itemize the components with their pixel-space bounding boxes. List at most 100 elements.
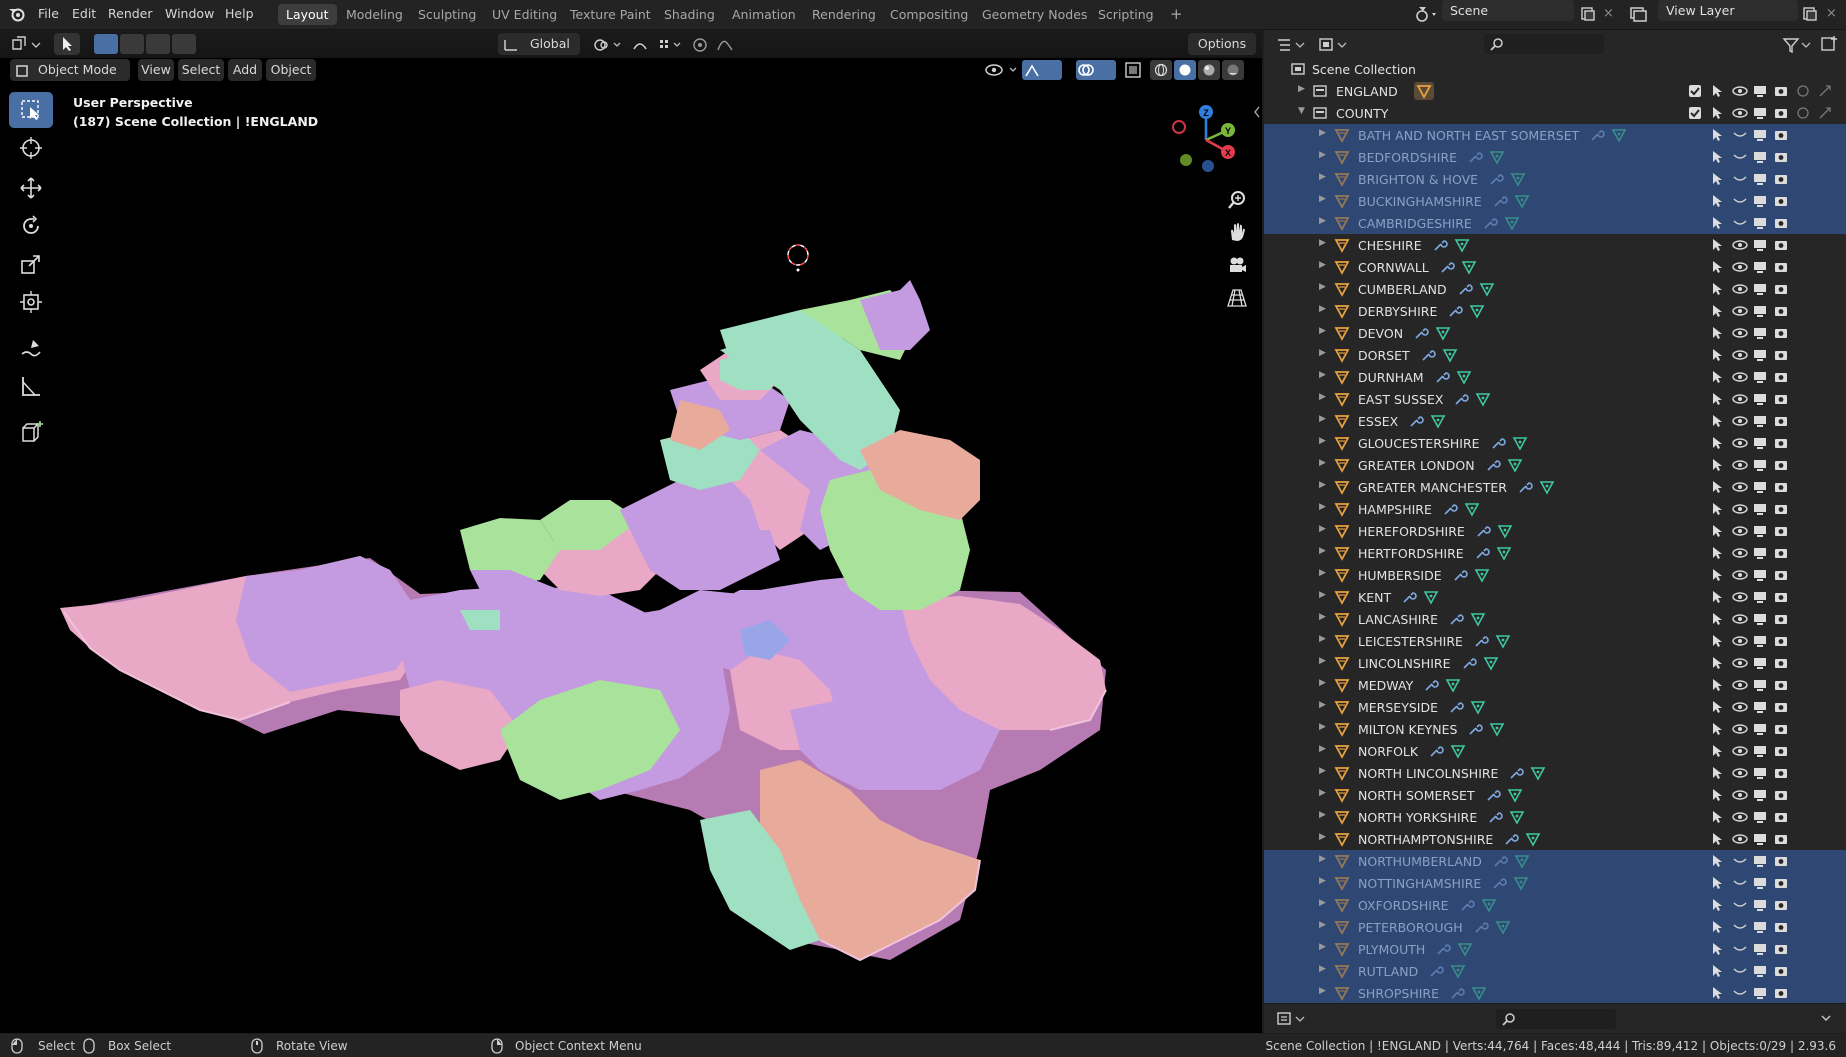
- render-camera-icon[interactable]: [1774, 84, 1788, 98]
- mesh-data-icon[interactable]: [1525, 831, 1541, 847]
- expand-arrow-icon[interactable]: ▶: [1319, 568, 1326, 578]
- county-row[interactable]: ▶ OXFORDSHIRE: [1264, 894, 1846, 916]
- expand-arrow-icon[interactable]: ▶: [1319, 942, 1326, 952]
- render-camera-icon[interactable]: [1774, 414, 1788, 428]
- county-row[interactable]: ▶ NORTH LINCOLNSHIRE: [1264, 762, 1846, 784]
- selectable-arrow-icon[interactable]: [1710, 942, 1724, 956]
- render-camera-icon[interactable]: [1774, 700, 1788, 714]
- viewport-disable-icon[interactable]: [1753, 964, 1767, 978]
- expand-arrow-icon[interactable]: ▶: [1319, 436, 1326, 446]
- render-camera-icon[interactable]: [1774, 348, 1788, 362]
- selectable-arrow-icon[interactable]: [1710, 832, 1724, 846]
- exclude-checkbox-icon[interactable]: [1688, 84, 1702, 98]
- mesh-data-icon[interactable]: [1469, 303, 1485, 319]
- selectable-arrow-icon[interactable]: [1710, 568, 1724, 582]
- viewport-disable-icon[interactable]: [1753, 788, 1767, 802]
- expand-arrow-icon[interactable]: ▶: [1319, 458, 1326, 468]
- eye-open-icon[interactable]: [1732, 679, 1748, 691]
- eye-open-icon[interactable]: [1732, 745, 1748, 757]
- selectable-arrow-icon[interactable]: [1710, 766, 1724, 780]
- render-camera-icon[interactable]: [1774, 128, 1788, 142]
- viewport-disable-icon[interactable]: [1753, 480, 1767, 494]
- county-row[interactable]: ▶ PETERBOROUGH: [1264, 916, 1846, 938]
- wrench-modifier-icon[interactable]: [1467, 721, 1484, 737]
- wrench-modifier-icon[interactable]: [1508, 765, 1525, 781]
- viewport-disable-icon[interactable]: [1753, 458, 1767, 472]
- county-map-render[interactable]: [0, 30, 1262, 1033]
- wrench-modifier-icon[interactable]: [1487, 809, 1504, 825]
- render-camera-icon[interactable]: [1774, 216, 1788, 230]
- tab-compositing[interactable]: Compositing: [882, 4, 976, 25]
- selectable-arrow-icon[interactable]: [1710, 370, 1724, 384]
- wrench-modifier-icon[interactable]: [1474, 545, 1490, 561]
- wrench-modifier-icon[interactable]: [1428, 963, 1445, 979]
- tab-sculpting[interactable]: Sculpting: [410, 4, 484, 25]
- county-row[interactable]: ▶ HAMPSHIRE: [1264, 498, 1846, 520]
- viewport-disable-icon[interactable]: [1753, 986, 1767, 1000]
- mesh-data-icon[interactable]: [1464, 501, 1480, 517]
- selectable-arrow-icon[interactable]: [1710, 84, 1724, 98]
- eye-open-icon[interactable]: [1732, 261, 1748, 273]
- view-layer-icon[interactable]: [1628, 5, 1654, 23]
- wrench-modifier-icon[interactable]: [1439, 259, 1455, 275]
- mesh-data-icon[interactable]: [1430, 413, 1446, 429]
- county-row[interactable]: ▶ GLOUCESTERSHIRE: [1264, 432, 1846, 454]
- county-row[interactable]: ▶ DURNHAM: [1264, 366, 1846, 388]
- mesh-data-icon[interactable]: [1470, 699, 1486, 715]
- expand-arrow-icon[interactable]: ▶: [1319, 304, 1326, 314]
- render-camera-icon[interactable]: [1774, 260, 1788, 274]
- wrench-modifier-icon[interactable]: [1475, 523, 1491, 539]
- expand-arrow-icon[interactable]: ▶: [1319, 832, 1326, 842]
- eye-closed-icon[interactable]: [1732, 921, 1748, 933]
- expand-arrow-icon[interactable]: ▶: [1319, 634, 1326, 644]
- filter-icon[interactable]: [1782, 36, 1812, 54]
- mesh-data-icon[interactable]: [1507, 457, 1523, 473]
- selectable-arrow-icon[interactable]: [1710, 854, 1724, 868]
- render-camera-icon[interactable]: [1774, 942, 1788, 956]
- wrench-modifier-icon[interactable]: [1459, 897, 1475, 913]
- mesh-data-icon[interactable]: [1445, 677, 1461, 693]
- county-row[interactable]: ▶ NORFOLK: [1264, 740, 1846, 762]
- render-camera-icon[interactable]: [1774, 326, 1788, 340]
- wrench-modifier-icon[interactable]: [1503, 831, 1520, 847]
- eye-closed-icon[interactable]: [1732, 217, 1748, 229]
- render-camera-icon[interactable]: [1774, 370, 1788, 384]
- county-row[interactable]: ▶ BATH AND NORTH EAST SOMERSET: [1264, 124, 1846, 146]
- render-camera-icon[interactable]: [1774, 436, 1788, 450]
- selectable-arrow-icon[interactable]: [1710, 326, 1724, 340]
- selectable-arrow-icon[interactable]: [1710, 722, 1724, 736]
- exclude-checkbox-icon[interactable]: [1688, 106, 1702, 120]
- eye-open-icon[interactable]: [1732, 635, 1748, 647]
- eye-open-icon[interactable]: [1732, 833, 1748, 845]
- eye-open-icon[interactable]: [1732, 767, 1748, 779]
- expand-arrow-icon[interactable]: ▶: [1319, 260, 1326, 270]
- mesh-data-icon[interactable]: [1461, 259, 1477, 275]
- eye-open-icon[interactable]: [1732, 437, 1748, 449]
- expand-arrow-icon[interactable]: ▶: [1319, 854, 1326, 864]
- mesh-data-icon[interactable]: [1457, 941, 1473, 957]
- render-camera-icon[interactable]: [1774, 568, 1788, 582]
- viewport-disable-icon[interactable]: [1753, 920, 1767, 934]
- county-row[interactable]: ▶ HEREFORDSHIRE: [1264, 520, 1846, 542]
- wrench-modifier-icon[interactable]: [1434, 369, 1450, 385]
- viewport-disable-icon[interactable]: [1753, 260, 1767, 274]
- mesh-data-icon[interactable]: [1611, 127, 1627, 143]
- tab-scripting[interactable]: Scripting: [1090, 4, 1162, 25]
- mesh-data-icon[interactable]: [1470, 611, 1486, 627]
- render-camera-icon[interactable]: [1774, 612, 1788, 626]
- mesh-data-icon[interactable]: [1475, 391, 1491, 407]
- expand-arrow-icon[interactable]: ▶: [1319, 810, 1326, 820]
- county-row[interactable]: ▶ CHESHIRE: [1264, 234, 1846, 256]
- viewport-disable-icon[interactable]: [1753, 568, 1767, 582]
- county-row[interactable]: ▶ CUMBERLAND: [1264, 278, 1846, 300]
- eye-open-icon[interactable]: [1732, 525, 1748, 537]
- county-row[interactable]: ▶ BEDFORDSHIRE: [1264, 146, 1846, 168]
- eye-closed-icon[interactable]: [1732, 129, 1748, 141]
- selectable-arrow-icon[interactable]: [1710, 590, 1724, 604]
- mesh-data-icon[interactable]: [1454, 237, 1470, 253]
- expand-arrow-icon[interactable]: ▶: [1319, 238, 1326, 248]
- expand-arrow-icon[interactable]: ▶: [1319, 898, 1326, 908]
- wrench-modifier-icon[interactable]: [1517, 479, 1533, 495]
- tab-geometry-nodes[interactable]: Geometry Nodes: [974, 4, 1095, 25]
- viewport-disable-icon[interactable]: [1753, 436, 1767, 450]
